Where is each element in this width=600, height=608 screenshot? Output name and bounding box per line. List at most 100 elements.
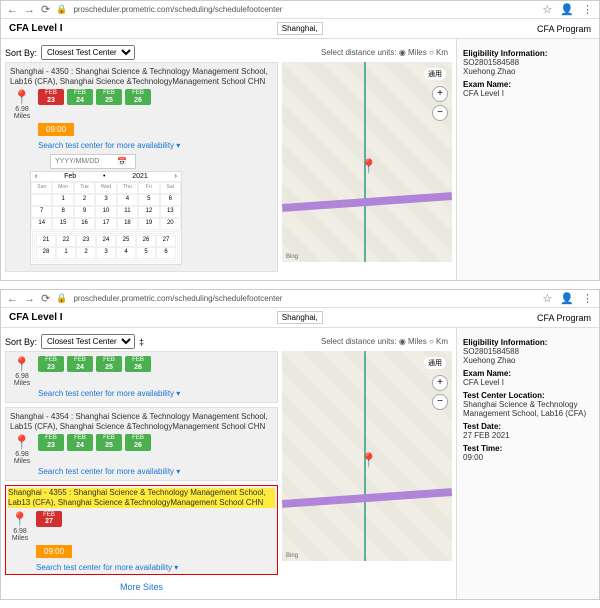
cal-day[interactable]: 7 [31, 206, 52, 218]
cal-day[interactable]: 16 [74, 218, 95, 230]
distance-label: Select distance units: [321, 48, 397, 57]
date-pill[interactable]: FEB23 [38, 356, 64, 372]
date-pill[interactable]: FEB24 [67, 434, 93, 450]
user-icon[interactable]: 👤 [560, 3, 574, 16]
cal-day[interactable]: 10 [95, 206, 116, 218]
date-pill[interactable]: FEB26 [125, 89, 151, 105]
url-text[interactable]: proscheduler.prometric.com/scheduling/sc… [73, 294, 536, 303]
date-pill[interactable]: FEB23 [38, 434, 64, 450]
time-slot-button[interactable]: 09:00 [36, 545, 72, 558]
cal-day[interactable]: 3 [96, 247, 116, 259]
cal-day[interactable]: 12 [138, 206, 159, 218]
forward-icon[interactable]: → [24, 4, 35, 16]
date-pill[interactable]: FEB24 [67, 89, 93, 105]
sortby-label: Sort By: [5, 48, 37, 58]
cal-day[interactable]: 28 [36, 247, 56, 259]
elig-label: Eligibility Information: [463, 49, 593, 58]
date-pill[interactable]: FEB26 [125, 434, 151, 450]
cal-day[interactable]: 21 [36, 235, 56, 247]
date-field[interactable] [53, 157, 117, 166]
cal-day[interactable]: 13 [160, 206, 181, 218]
cal-day[interactable]: 3 [95, 194, 116, 206]
cal-month: Feb [64, 173, 76, 180]
cal-day[interactable]: 4 [117, 194, 138, 206]
cal-day[interactable]: 6 [156, 247, 176, 259]
map[interactable]: 通用 +− 📍 Bing [282, 351, 452, 561]
cal-day[interactable]: 4 [116, 247, 136, 259]
cal-day[interactable]: 15 [52, 218, 73, 230]
time-slot-button[interactable]: 09:00 [38, 123, 74, 136]
cal-day[interactable]: 2 [76, 247, 96, 259]
user-icon[interactable]: 👤 [560, 292, 574, 305]
date-pill[interactable]: FEB25 [96, 434, 122, 450]
star-icon[interactable]: ☆ [542, 292, 552, 305]
map[interactable]: 通用 + − 📍 Bing [282, 62, 452, 262]
time-value: 09:00 [463, 453, 593, 462]
miles-radio[interactable]: ◉ [399, 337, 408, 346]
search-availability-link[interactable]: Search test center for more availability… [38, 467, 180, 476]
more-sites-link[interactable]: More Sites [5, 579, 278, 595]
miles-radio[interactable]: ◉ [399, 48, 408, 57]
date-pill[interactable]: FEB25 [96, 89, 122, 105]
map-pin-icon: 📍 [13, 356, 30, 373]
zoom-in-button[interactable]: + [432, 375, 448, 391]
cal-day[interactable]: 20 [160, 218, 181, 230]
reload-icon[interactable]: ⟳ [41, 3, 50, 16]
cal-day[interactable]: 19 [138, 218, 159, 230]
cal-day[interactable]: 18 [117, 218, 138, 230]
date-pill[interactable]: FEB25 [96, 356, 122, 372]
cal-day[interactable]: 2 [74, 194, 95, 206]
sortby-select[interactable]: Closest Test Center [41, 334, 135, 349]
cal-day[interactable]: 25 [116, 235, 136, 247]
date-pill[interactable]: FEB23 [38, 89, 64, 105]
cal-day[interactable]: 22 [56, 235, 76, 247]
elig-value: SO2801584588 [463, 58, 593, 67]
url-text[interactable]: proscheduler.prometric.com/scheduling/sc… [73, 5, 536, 14]
search-availability-link[interactable]: Search test center for more availability… [36, 563, 178, 572]
search-availability-link[interactable]: Search test center for more availability… [38, 141, 180, 150]
star-icon[interactable]: ☆ [542, 3, 552, 16]
screenshot-2: ← → ⟳ 🔒 proscheduler.prometric.com/sched… [0, 289, 600, 599]
cal-day[interactable]: 27 [156, 235, 176, 247]
cal-day[interactable]: 11 [117, 206, 138, 218]
cal-day[interactable]: 5 [136, 247, 156, 259]
location-dropdown[interactable]: Shanghai, [277, 311, 323, 324]
cal-day[interactable]: 5 [138, 194, 159, 206]
sortby-select[interactable]: Closest Test Center [41, 45, 135, 60]
cal-day[interactable]: 9 [74, 206, 95, 218]
cal-day[interactable]: 8 [52, 206, 73, 218]
map-marker-icon[interactable]: 📍 [360, 452, 377, 469]
date-input[interactable]: 📅 [50, 154, 136, 169]
back-icon[interactable]: ← [7, 293, 18, 305]
km-radio[interactable]: ○ [429, 337, 436, 346]
map-marker-icon[interactable]: 📍 [360, 158, 377, 175]
test-center-card: Shanghai - 4354 : Shanghai Science & Tec… [5, 407, 278, 481]
sort-toggle-icon[interactable]: ‡ [139, 337, 144, 347]
cal-day[interactable]: 14 [31, 218, 52, 230]
cal-next-icon[interactable]: › [175, 173, 177, 180]
cal-day[interactable]: 17 [95, 218, 116, 230]
km-radio[interactable]: ○ [429, 48, 436, 57]
cal-day[interactable]: 1 [52, 194, 73, 206]
zoom-in-button[interactable]: + [432, 86, 448, 102]
cal-day[interactable]: 23 [76, 235, 96, 247]
calendar-icon[interactable]: 📅 [117, 157, 127, 166]
cal-prev-icon[interactable]: ‹ [35, 173, 37, 180]
cal-day[interactable]: 6 [160, 194, 181, 206]
cal-day[interactable] [31, 194, 52, 206]
zoom-out-button[interactable]: − [432, 394, 448, 410]
location-dropdown[interactable]: Shanghai, [277, 22, 323, 35]
reload-icon[interactable]: ⟳ [41, 292, 50, 305]
menu-icon[interactable]: ⋮ [582, 3, 593, 16]
cal-day[interactable]: 1 [56, 247, 76, 259]
zoom-out-button[interactable]: − [432, 105, 448, 121]
search-availability-link[interactable]: Search test center for more availability… [38, 389, 180, 398]
date-pill[interactable]: FEB27 [36, 511, 62, 527]
forward-icon[interactable]: → [24, 293, 35, 305]
cal-day[interactable]: 26 [136, 235, 156, 247]
back-icon[interactable]: ← [7, 4, 18, 16]
date-pill[interactable]: FEB26 [125, 356, 151, 372]
cal-day[interactable]: 24 [96, 235, 116, 247]
date-pill[interactable]: FEB24 [67, 356, 93, 372]
menu-icon[interactable]: ⋮ [582, 292, 593, 305]
